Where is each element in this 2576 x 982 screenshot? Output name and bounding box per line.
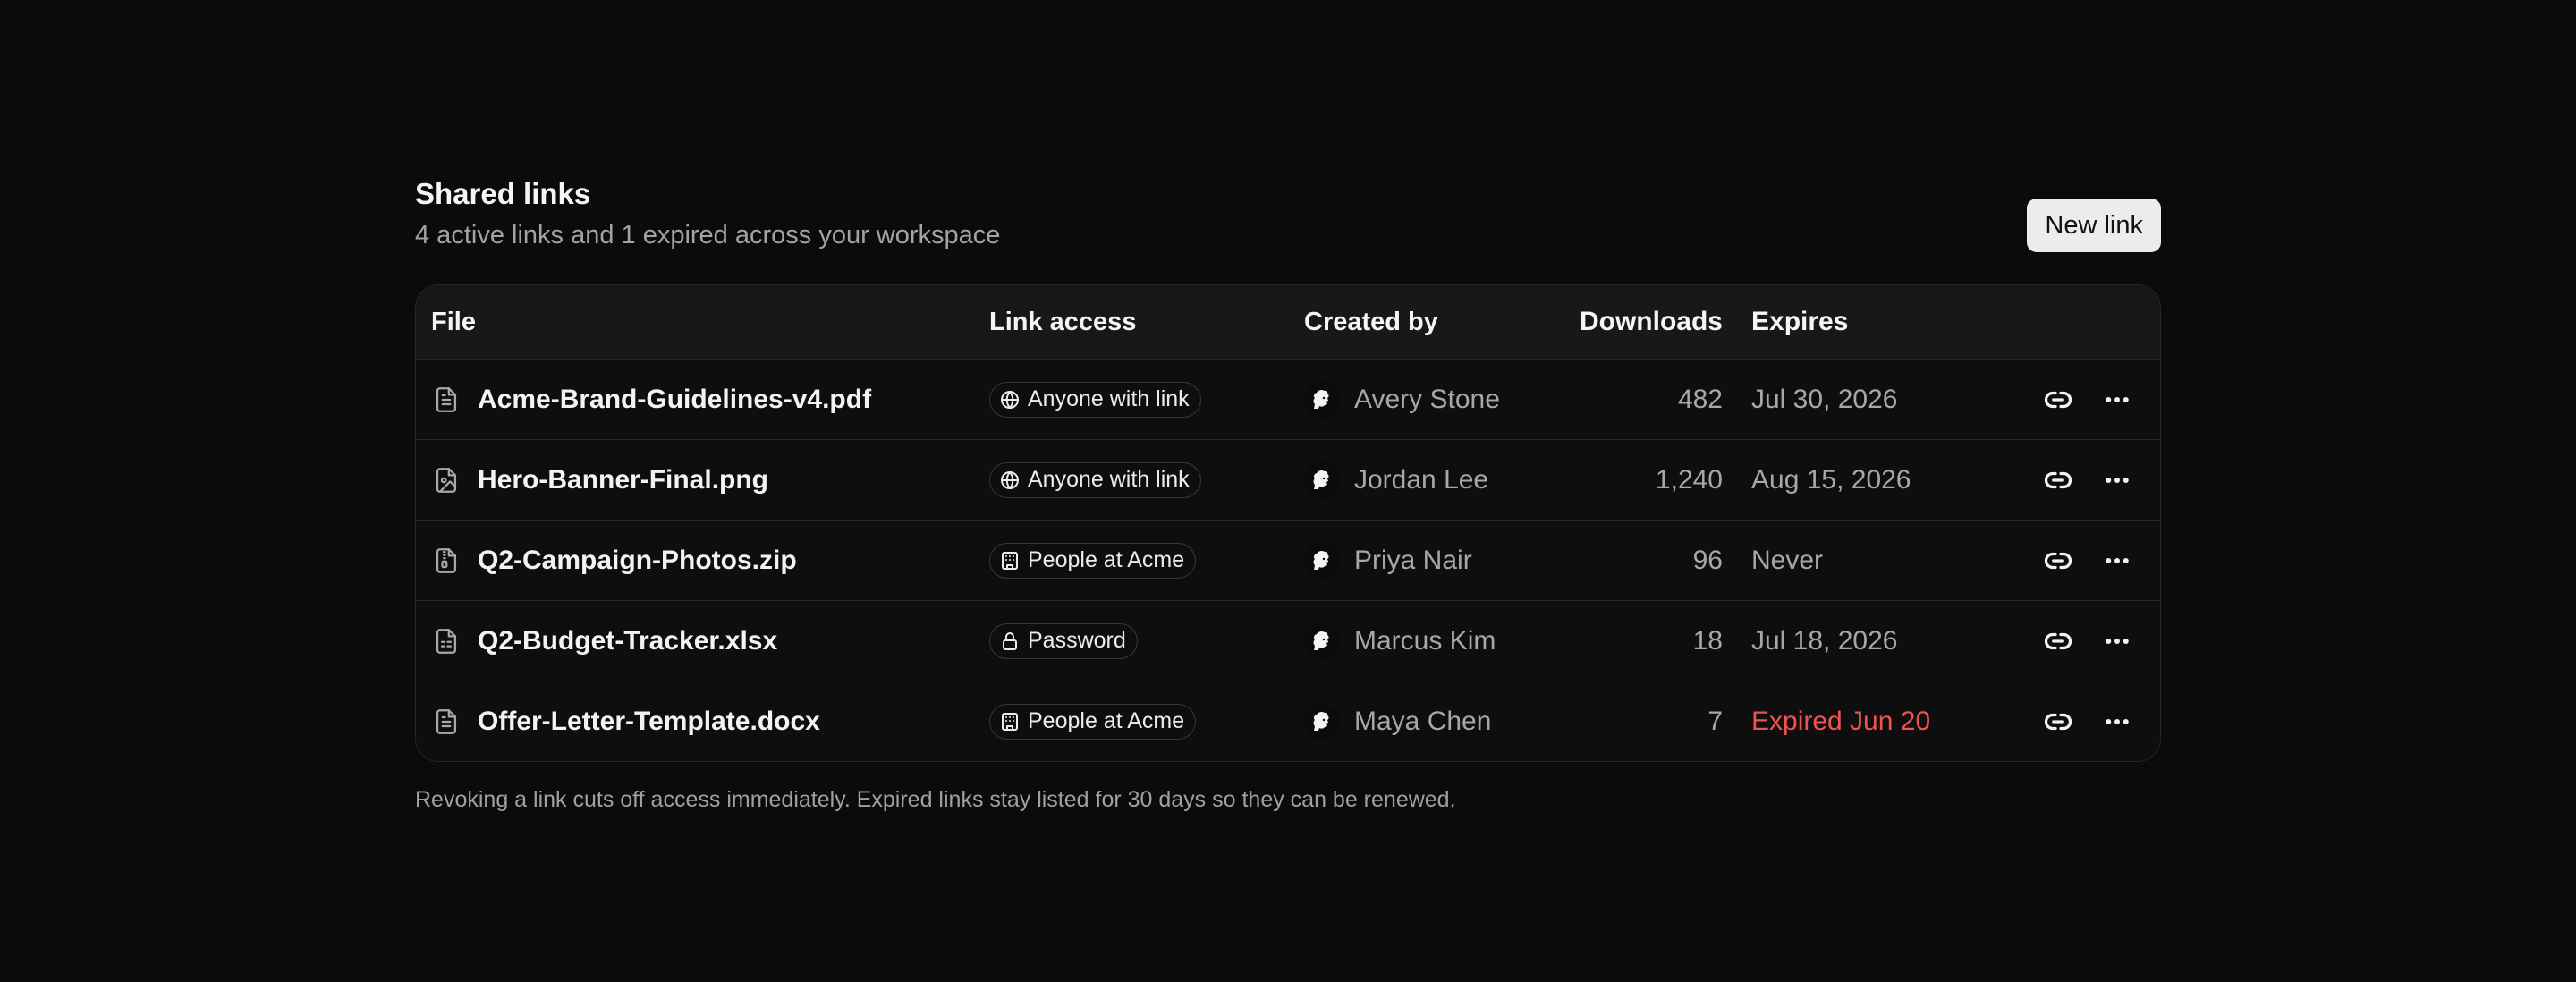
row-actions xyxy=(1989,384,2160,416)
row-actions xyxy=(1989,545,2160,577)
shared-links-panel: Shared links 4 active links and 1 expire… xyxy=(415,174,2161,816)
more-options-icon[interactable] xyxy=(2101,384,2133,416)
table-row[interactable]: Offer-Letter-Template.docx People at Acm… xyxy=(416,681,2160,761)
file-name[interactable]: Offer-Letter-Template.docx xyxy=(478,707,820,737)
table-row[interactable]: Q2-Campaign-Photos.zip People at Acme Pr… xyxy=(416,520,2160,600)
expires-date: Never xyxy=(1751,545,1824,575)
copy-link-icon[interactable] xyxy=(2042,384,2074,416)
created-by-cell: Jordan Lee xyxy=(1304,461,1537,498)
building-icon xyxy=(999,711,1021,732)
globe-icon xyxy=(999,389,1021,411)
file-name[interactable]: Hero-Banner-Final.png xyxy=(478,465,768,495)
more-options-icon[interactable] xyxy=(2101,625,2133,657)
column-header-link-access[interactable]: Link access xyxy=(989,308,1304,337)
document-icon xyxy=(431,707,462,737)
creator-name: Jordan Lee xyxy=(1354,464,1489,495)
document-icon xyxy=(431,385,462,415)
shared-links-table: File Link access Created by Downloads Ex… xyxy=(415,284,2161,762)
file-name[interactable]: Q2-Budget-Tracker.xlsx xyxy=(478,626,777,656)
panel-header: Shared links 4 active links and 1 expire… xyxy=(415,174,2161,284)
creator-name: Avery Stone xyxy=(1354,384,1500,414)
copy-link-icon[interactable] xyxy=(2042,464,2074,496)
row-actions xyxy=(1989,464,2160,496)
column-header-downloads[interactable]: Downloads xyxy=(1537,307,1723,337)
building-icon xyxy=(999,550,1021,571)
page-subtitle: 4 active links and 1 expired across your… xyxy=(415,221,1001,250)
lock-icon xyxy=(999,631,1021,652)
globe-icon xyxy=(999,470,1021,491)
downloads-count: 482 xyxy=(1677,384,1723,414)
link-access-label: People at Acme xyxy=(1028,547,1185,572)
created-by-cell: Priya Nair xyxy=(1304,542,1537,579)
avatar xyxy=(1304,703,1340,740)
downloads-count: 7 xyxy=(1707,706,1723,736)
column-header-expires[interactable]: Expires xyxy=(1723,307,1989,337)
avatar xyxy=(1304,381,1340,418)
file-cell: Acme-Brand-Guidelines-v4.pdf xyxy=(431,385,989,415)
copy-link-icon[interactable] xyxy=(2042,545,2074,577)
link-access-label: Anyone with link xyxy=(1028,386,1190,411)
avatar xyxy=(1304,622,1340,659)
footnote: Revoking a link cuts off access immediat… xyxy=(415,787,1456,812)
table-row[interactable]: Q2-Budget-Tracker.xlsx Password Marcus K… xyxy=(416,600,2160,681)
downloads-count: 1,240 xyxy=(1655,464,1723,495)
link-access-cell: People at Acme xyxy=(989,542,1304,579)
spreadsheet-file-icon xyxy=(431,626,462,656)
file-cell: Offer-Letter-Template.docx xyxy=(431,707,989,737)
avatar xyxy=(1304,542,1340,579)
table-header-row: File Link access Created by Downloads Ex… xyxy=(416,285,2160,359)
creator-name: Priya Nair xyxy=(1354,545,1472,575)
expires-date: Aug 15, 2026 xyxy=(1751,464,1911,495)
link-access-badge[interactable]: Password xyxy=(989,622,1138,659)
link-access-badge[interactable]: People at Acme xyxy=(989,703,1197,740)
avatar xyxy=(1304,461,1340,498)
row-actions xyxy=(1989,706,2160,738)
expires-date: Jul 18, 2026 xyxy=(1751,625,1898,656)
creator-name: Maya Chen xyxy=(1354,706,1492,736)
link-access-cell: Password xyxy=(989,622,1304,659)
table-body: Acme-Brand-Guidelines-v4.pdf Anyone with… xyxy=(416,359,2160,761)
link-access-badge[interactable]: People at Acme xyxy=(989,542,1197,579)
created-by-cell: Maya Chen xyxy=(1304,703,1537,740)
link-access-badge[interactable]: Anyone with link xyxy=(989,461,1201,498)
file-cell: Q2-Budget-Tracker.xlsx xyxy=(431,626,989,656)
creator-name: Marcus Kim xyxy=(1354,625,1496,656)
file-name[interactable]: Acme-Brand-Guidelines-v4.pdf xyxy=(478,385,871,415)
file-name[interactable]: Q2-Campaign-Photos.zip xyxy=(478,546,797,576)
link-access-label: Password xyxy=(1028,628,1126,653)
more-options-icon[interactable] xyxy=(2101,464,2133,496)
link-access-cell: People at Acme xyxy=(989,703,1304,740)
link-access-cell: Anyone with link xyxy=(989,381,1304,418)
more-options-icon[interactable] xyxy=(2101,545,2133,577)
link-access-label: Anyone with link xyxy=(1028,467,1190,492)
file-cell: Q2-Campaign-Photos.zip xyxy=(431,546,989,576)
created-by-cell: Avery Stone xyxy=(1304,381,1537,418)
file-cell: Hero-Banner-Final.png xyxy=(431,465,989,495)
copy-link-icon[interactable] xyxy=(2042,625,2074,657)
archive-file-icon xyxy=(431,546,462,576)
row-actions xyxy=(1989,625,2160,657)
column-header-created-by[interactable]: Created by xyxy=(1304,308,1537,337)
new-link-button[interactable]: New link xyxy=(2027,199,2161,252)
page-title: Shared links xyxy=(415,177,591,210)
copy-link-icon[interactable] xyxy=(2042,706,2074,738)
downloads-count: 18 xyxy=(1692,625,1723,656)
table-row[interactable]: Acme-Brand-Guidelines-v4.pdf Anyone with… xyxy=(416,359,2160,439)
table-row[interactable]: Hero-Banner-Final.png Anyone with link J… xyxy=(416,439,2160,520)
link-access-label: People at Acme xyxy=(1028,708,1185,733)
downloads-count: 96 xyxy=(1692,545,1723,575)
link-access-cell: Anyone with link xyxy=(989,461,1304,498)
expired-date: Expired Jun 20 xyxy=(1751,706,1931,736)
more-options-icon[interactable] xyxy=(2101,706,2133,738)
expires-date: Jul 30, 2026 xyxy=(1751,384,1898,414)
created-by-cell: Marcus Kim xyxy=(1304,622,1537,659)
link-access-badge[interactable]: Anyone with link xyxy=(989,381,1201,418)
column-header-file[interactable]: File xyxy=(431,308,989,337)
image-file-icon xyxy=(431,465,462,495)
